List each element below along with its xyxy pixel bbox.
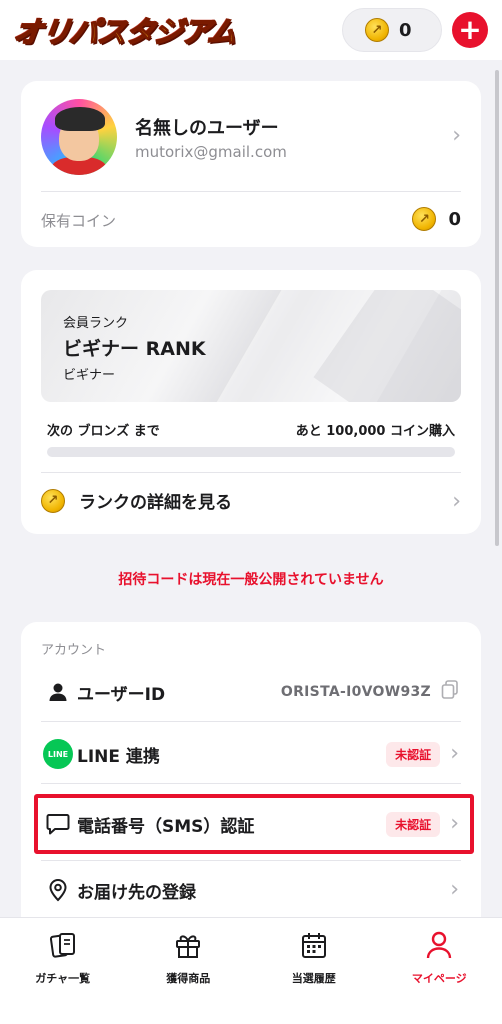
rank-detail-label: ランクの詳細を見る — [79, 493, 232, 513]
coin-balance: 0 — [399, 19, 412, 41]
location-pin-icon — [43, 878, 73, 902]
user-id-label: ユーザーID — [77, 684, 166, 705]
account-section-title: アカウント — [41, 643, 107, 658]
profile-card[interactable]: 名無しのユーザー mutorix@gmail.com › 保有コイン ↗ 0 — [21, 81, 481, 247]
person-icon — [43, 682, 73, 702]
address-row[interactable]: お届け先の登録 › — [21, 860, 481, 920]
user-id-row[interactable]: ユーザーID ORISTA-I0VOW93Z — [21, 662, 481, 722]
line-link-label: LINE 連携 — [77, 746, 160, 767]
copy-icon[interactable] — [441, 680, 459, 704]
gift-icon — [173, 930, 203, 964]
rank-banner: 会員ランク ビギナー RANK ビギナー — [41, 290, 461, 402]
coin-icon: ↗ — [412, 207, 437, 231]
user-email: mutorix@gmail.com — [135, 143, 287, 161]
address-label: お届け先の登録 — [77, 882, 196, 903]
app-header: オリパスタジアム ↗ 0 + — [0, 0, 502, 60]
app-logo[interactable]: オリパスタジアム — [11, 9, 239, 51]
rank-detail-link[interactable]: ↗ ランクの詳細を見る — [41, 488, 232, 513]
nav-label: 当選履歴 — [291, 972, 336, 985]
rank-card: 会員ランク ビギナー RANK ビギナー 次の ブロンズ まで あと 100,0… — [21, 270, 481, 534]
divider — [41, 191, 461, 192]
nav-gacha-list[interactable]: ガチャ一覧 — [0, 918, 126, 1024]
invite-code-notice: 招待コードは現在一般公開されていません — [118, 572, 384, 588]
nav-label: 獲得商品 — [166, 972, 211, 985]
coin-icon: ↗ — [365, 18, 389, 42]
nav-acquired-items[interactable]: 獲得商品 — [126, 918, 252, 1024]
rank-name: ビギナー RANK — [63, 338, 206, 360]
line-link-row[interactable]: LINE LINE 連携 未認証 › — [21, 724, 481, 784]
status-badge: 未認証 — [386, 741, 441, 767]
person-icon — [424, 930, 454, 964]
calendar-icon — [299, 930, 329, 964]
divider — [41, 472, 461, 473]
chevron-right-icon: › — [452, 489, 461, 514]
chevron-right-icon: › — [450, 877, 459, 902]
nav-label: ガチャ一覧 — [35, 972, 91, 985]
nav-label: マイページ — [411, 972, 467, 985]
chevron-right-icon: › — [452, 123, 461, 148]
rank-sub: ビギナー — [63, 368, 116, 383]
coin-icon: ↗ — [41, 488, 65, 513]
nav-win-history[interactable]: 当選履歴 — [251, 918, 377, 1024]
bottom-nav: ガチャ一覧 獲得商品 当選履歴 マイページ — [0, 917, 502, 1024]
coin-balance-pill[interactable]: ↗ 0 — [342, 8, 442, 52]
avatar — [41, 99, 117, 175]
chevron-right-icon: › — [450, 741, 459, 766]
next-rank-label: 次の ブロンズ まで — [47, 424, 160, 439]
owned-coins: ↗ 0 — [412, 207, 461, 231]
owned-coins-value: 0 — [448, 208, 461, 230]
nav-my-page[interactable]: マイページ — [377, 918, 502, 1024]
owned-coins-label: 保有コイン — [41, 212, 117, 230]
user-name: 名無しのユーザー — [135, 118, 279, 139]
cards-icon — [48, 930, 78, 964]
add-coins-button[interactable]: + — [452, 12, 488, 48]
user-id-value: ORISTA-I0VOW93Z — [280, 684, 431, 700]
rank-label: 会員ランク — [63, 316, 129, 331]
line-icon: LINE — [43, 739, 73, 769]
account-card: アカウント ユーザーID ORISTA-I0VOW93Z LINE LINE 連… — [21, 622, 481, 932]
highlight-box — [34, 794, 474, 854]
rank-progress-bar — [47, 447, 455, 457]
scrollbar[interactable] — [495, 70, 499, 546]
next-rank-requirement: あと 100,000 コイン購入 — [295, 424, 455, 439]
header-actions: ↗ 0 + — [342, 8, 488, 52]
